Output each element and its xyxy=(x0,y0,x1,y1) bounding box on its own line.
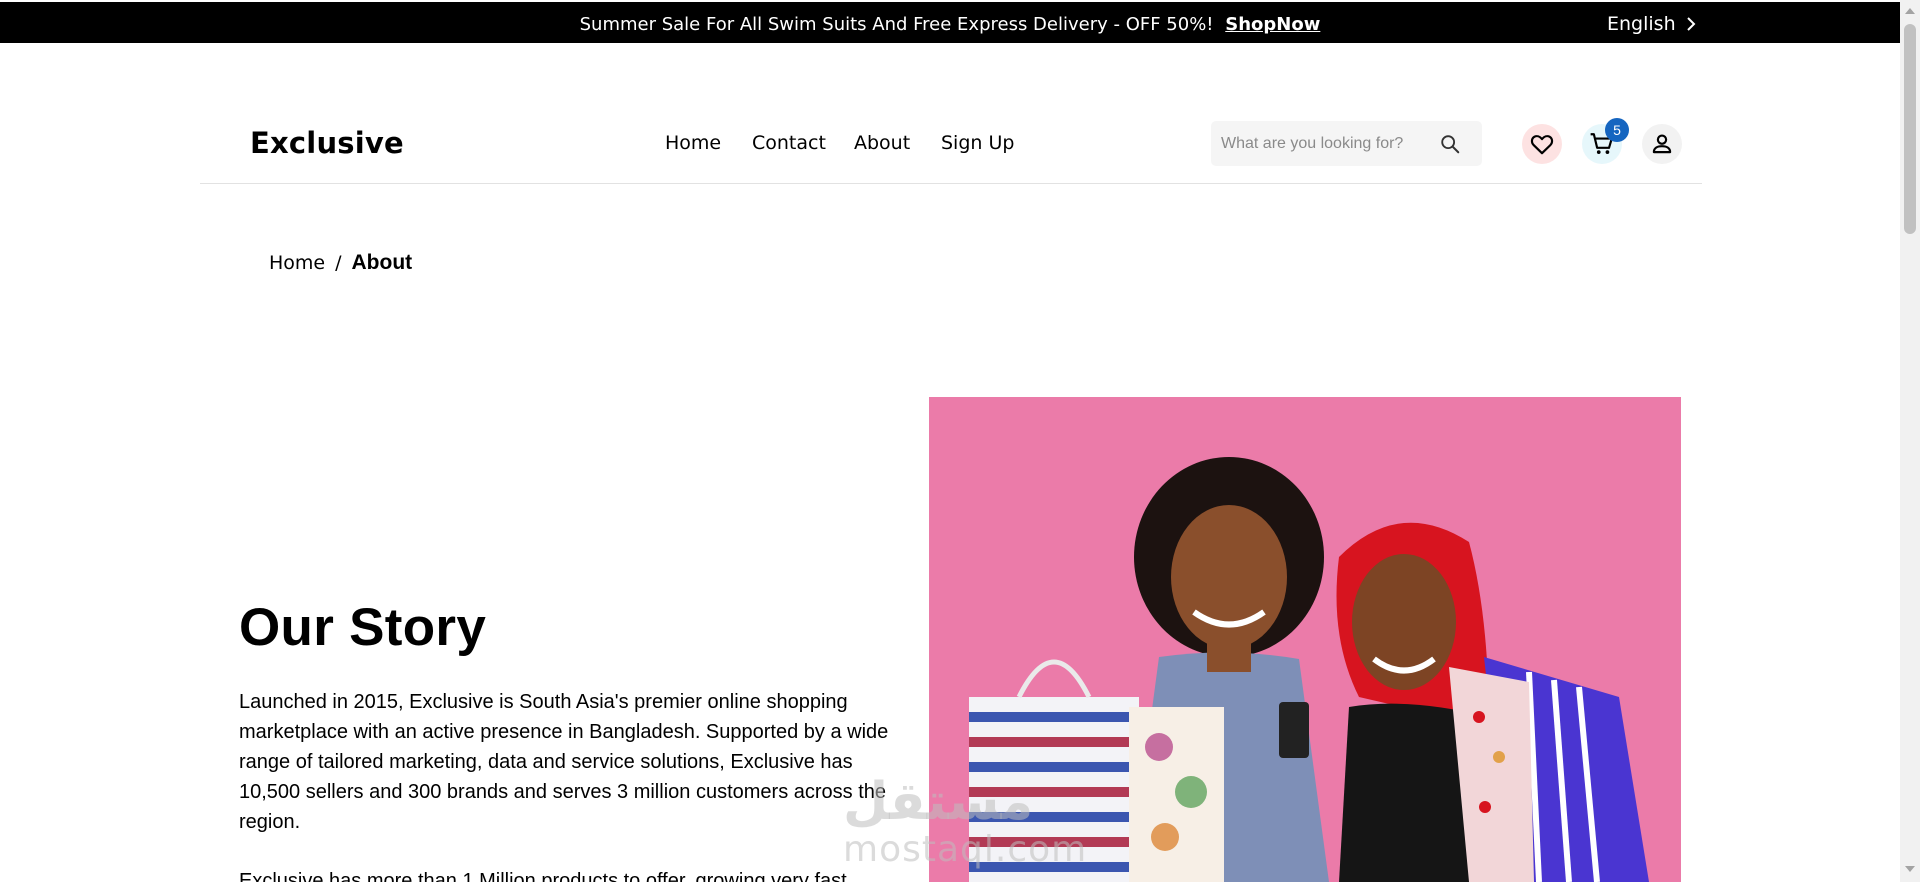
nav-contact[interactable]: Contact xyxy=(752,132,826,154)
user-icon xyxy=(1652,134,1672,154)
search-input[interactable] xyxy=(1221,121,1441,166)
chevron-right-icon xyxy=(1686,17,1696,31)
shop-now-link[interactable]: ShopNow xyxy=(1225,14,1320,35)
search-box xyxy=(1211,121,1482,166)
search-icon[interactable] xyxy=(1439,133,1461,155)
nav-home[interactable]: Home xyxy=(665,132,721,154)
account-button[interactable] xyxy=(1642,124,1682,164)
breadcrumb-separator: / xyxy=(335,252,342,274)
story-paragraph-1: Launched in 2015, Exclusive is South Asi… xyxy=(239,691,889,833)
header-divider xyxy=(200,183,1702,184)
story-title: Our Story xyxy=(239,598,487,657)
breadcrumb-current: About xyxy=(351,251,413,274)
heart-icon xyxy=(1530,135,1554,155)
scrollbar-thumb[interactable] xyxy=(1904,24,1916,234)
breadcrumb: Home / About xyxy=(269,251,412,275)
watermark-arabic: مستقل xyxy=(843,772,1034,832)
language-selector[interactable]: English xyxy=(1607,13,1696,35)
scroll-down-arrow-icon[interactable] xyxy=(1905,866,1915,872)
announcement-bar: Summer Sale For All Swim Suits And Free … xyxy=(0,2,1900,43)
breadcrumb-home[interactable]: Home xyxy=(269,252,325,274)
language-label: English xyxy=(1607,13,1676,35)
wishlist-button[interactable] xyxy=(1522,124,1562,164)
watermark-latin: mostaql.com xyxy=(843,829,1088,870)
nav-sign-up[interactable]: Sign Up xyxy=(941,132,1014,154)
watermark: مستقل mostaql.com xyxy=(843,773,1087,869)
scroll-up-arrow-icon[interactable] xyxy=(1905,8,1915,14)
story-paragraph-2: Exclusive has more than 1 Million produc… xyxy=(239,870,847,882)
cart-count-badge: 5 xyxy=(1605,118,1629,142)
promo-text: Summer Sale For All Swim Suits And Free … xyxy=(579,14,1214,35)
nav-about[interactable]: About xyxy=(854,132,910,154)
site-logo[interactable]: Exclusive xyxy=(250,126,404,160)
